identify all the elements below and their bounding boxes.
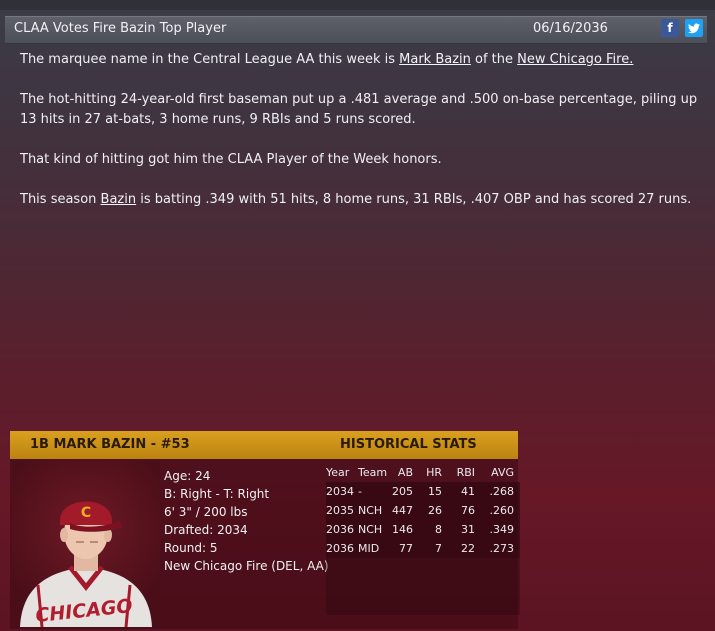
player-portrait-icon: CHICAGO C [20, 501, 152, 627]
cell-avg: .273 [489, 542, 515, 555]
paragraph-3: That kind of hitting got him the CLAA Pl… [20, 152, 442, 167]
cell-team: NCH [358, 523, 383, 536]
bio-team: New Chicago Fire (DEL, AA) [164, 559, 329, 573]
p4-prefix: This season [20, 192, 101, 207]
cell-team: NCH [358, 504, 383, 517]
p1-middle: of the [470, 52, 518, 67]
cell-rbi: 22 [461, 542, 475, 555]
cell-avg: .268 [489, 485, 515, 498]
header-avg: AVG [491, 466, 514, 479]
player-link[interactable]: Mark Bazin [399, 52, 471, 67]
cell-hr: 15 [428, 485, 442, 498]
cell-team: - [358, 485, 362, 498]
cell-hr: 7 [435, 542, 442, 555]
team-link[interactable]: New Chicago Fire. [517, 52, 633, 67]
cell-avg: .260 [489, 504, 515, 517]
p1-text: The marquee name in the Central League A… [20, 52, 400, 67]
facebook-share-icon[interactable]: f [661, 19, 679, 37]
table-row-empty [326, 577, 520, 596]
header-team: Team [358, 466, 388, 479]
cell-avg: .349 [489, 523, 515, 536]
table-row: 2035 NCH 447 26 76 .260 [326, 501, 520, 520]
header-hr: HR [426, 466, 442, 479]
header-rbi: RBI [456, 466, 475, 479]
cell-ab: 205 [392, 485, 413, 498]
cell-rbi: 41 [461, 485, 475, 498]
player-card-header: 1B MARK BAZIN - #53 HISTORICAL STATS [10, 431, 518, 459]
historical-stats-table: Year Team AB HR RBI AVG 2034 - 205 15 41… [326, 463, 520, 615]
cap-letter: C [81, 505, 91, 521]
cell-year: 2036 [326, 523, 354, 536]
cell-rbi: 31 [461, 523, 475, 536]
bio-round: Round: 5 [164, 541, 218, 555]
twitter-bird-icon [688, 23, 700, 34]
p4-suffix: is batting .349 with 51 hits, 8 home run… [136, 192, 692, 207]
cell-ab: 447 [392, 504, 413, 517]
table-row: 2036 MID 77 7 22 .273 [326, 539, 520, 558]
bio-age: Age: 24 [164, 469, 211, 483]
cell-hr: 8 [435, 523, 442, 536]
table-row-empty [326, 558, 520, 577]
cell-year: 2036 [326, 542, 354, 555]
article-date: 06/16/2036 [533, 21, 608, 36]
player-card: CHICAGO C Age: 24 B: Right - T: Right 6'… [10, 459, 520, 629]
paragraph-1: The marquee name in the Central League A… [20, 50, 700, 70]
player-photo[interactable]: CHICAGO C [12, 461, 160, 627]
stats-header-row: Year Team AB HR RBI AVG [326, 463, 520, 482]
top-strip [0, 0, 715, 10]
table-row-empty [326, 596, 520, 615]
cell-hr: 26 [428, 504, 442, 517]
headline: CLAA Votes Fire Bazin Top Player [14, 21, 227, 36]
header-year: Year [326, 466, 350, 479]
cell-year: 2034 [326, 485, 354, 498]
headline-bar: CLAA Votes Fire Bazin Top Player 06/16/2… [5, 16, 707, 44]
table-row: 2036 NCH 146 8 31 .349 [326, 520, 520, 539]
paragraph-4: This season Bazin is batting .349 with 5… [20, 190, 700, 210]
historical-stats-title: HISTORICAL STATS [340, 437, 477, 452]
player-link-2[interactable]: Bazin [101, 192, 137, 207]
player-bio: Age: 24 B: Right - T: Right 6' 3" / 200 … [164, 467, 329, 575]
player-card-title[interactable]: 1B MARK BAZIN - #53 [30, 437, 190, 452]
bio-height-weight: 6' 3" / 200 lbs [164, 505, 248, 519]
article-body: The marquee name in the Central League A… [20, 50, 700, 230]
paragraph-2: The hot-hitting 24-year-old first basema… [20, 92, 698, 127]
header-ab: AB [397, 466, 413, 479]
cell-team: MID [358, 542, 380, 555]
bio-drafted: Drafted: 2034 [164, 523, 248, 537]
bio-bats-throws: B: Right - T: Right [164, 487, 270, 501]
cell-rbi: 76 [461, 504, 475, 517]
cell-ab: 146 [392, 523, 413, 536]
cell-ab: 77 [399, 542, 413, 555]
table-row: 2034 - 205 15 41 .268 [326, 482, 520, 501]
twitter-share-icon[interactable] [685, 19, 703, 37]
cell-year: 2035 [326, 504, 354, 517]
